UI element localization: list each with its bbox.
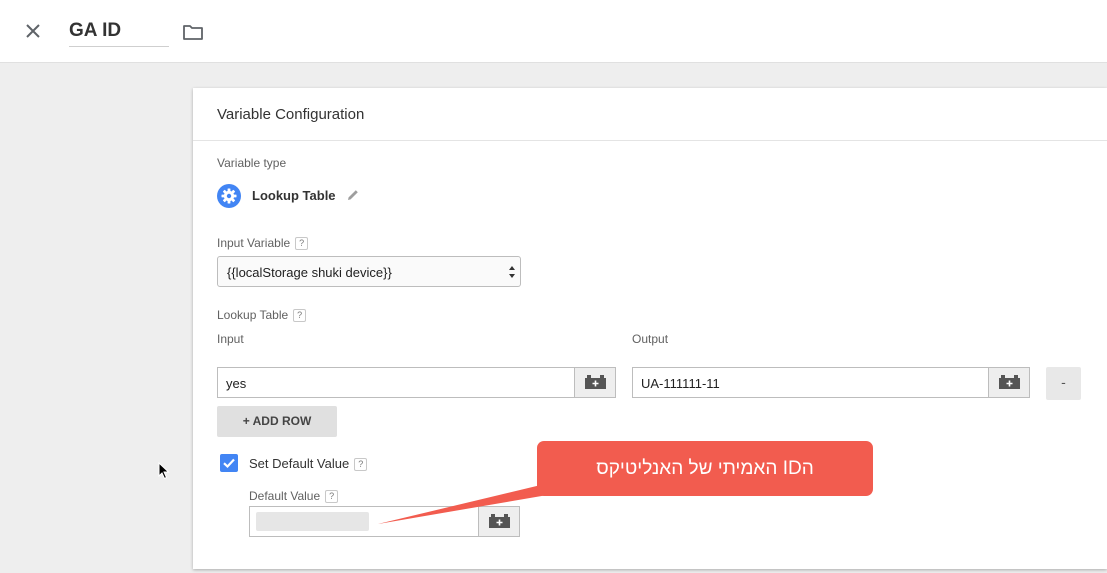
mouse-cursor-icon [158, 462, 170, 480]
annotation-text: הID האמיתי של האנליטיקס [596, 458, 814, 479]
annotation-callout: הID האמיתי של האנליטיקס [537, 441, 873, 496]
